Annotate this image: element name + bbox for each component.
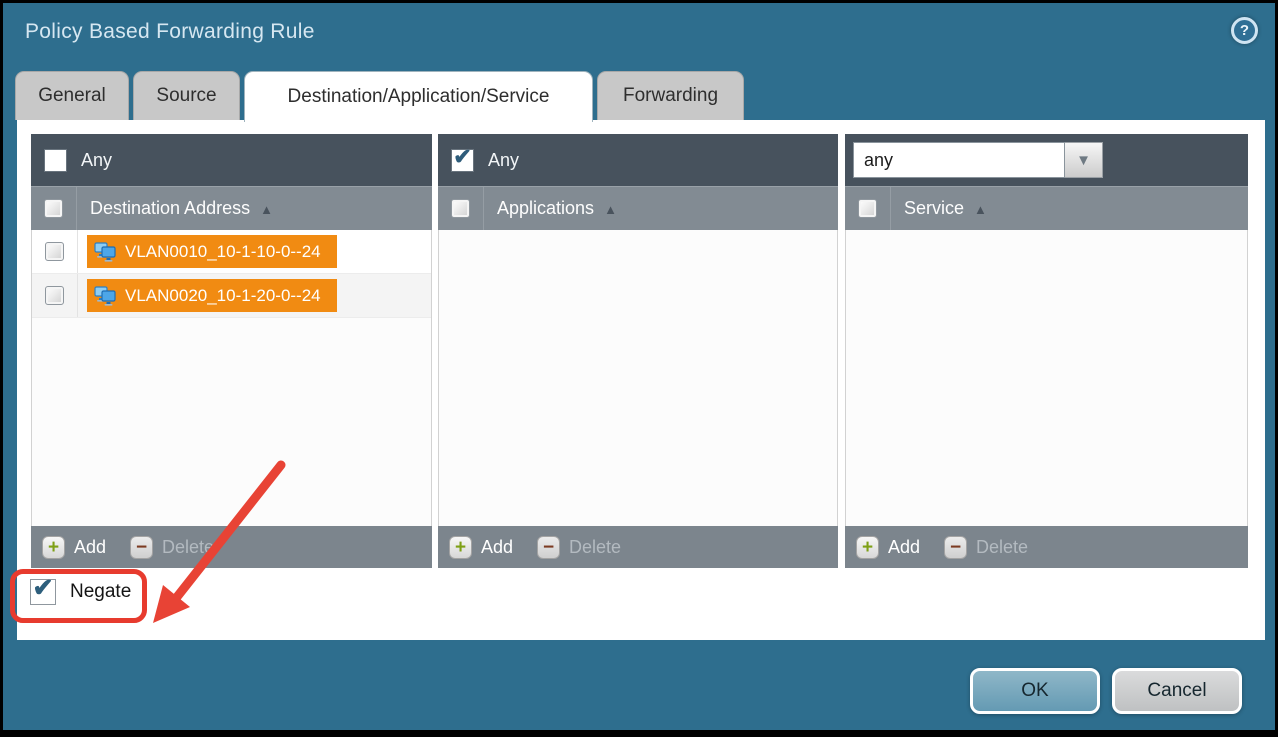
tab-source[interactable]: Source [133, 71, 240, 120]
sort-asc-icon: ▲ [974, 202, 987, 217]
delete-icon: − [130, 536, 153, 559]
service-type-value[interactable]: any [853, 142, 1065, 178]
destination-column-header-row: Destination Address ▲ [31, 186, 432, 230]
ok-button[interactable]: OK [970, 668, 1100, 714]
service-type-dropdown[interactable]: any ▼ [853, 142, 1103, 178]
tab-label: Source [156, 85, 216, 107]
delete-icon: − [944, 536, 967, 559]
add-icon: + [856, 536, 879, 559]
service-column: any ▼ Service ▲ + Add [845, 134, 1248, 568]
delete-button[interactable]: − Delete [944, 536, 1028, 559]
column-header-label: Applications [497, 198, 594, 219]
negate-row: ✔ Negate [30, 579, 131, 605]
ok-label: OK [1021, 680, 1048, 702]
address-object-label: VLAN0020_10-1-20-0--24 [125, 286, 321, 306]
service-dropdown-bar: any ▼ [845, 134, 1248, 186]
cancel-label: Cancel [1147, 680, 1206, 702]
applications-any-bar: ✔ Any [438, 134, 838, 186]
row-checkbox-cell [32, 274, 78, 317]
destination-selectall-checkbox[interactable] [44, 199, 63, 218]
delete-label: Delete [569, 537, 621, 558]
pbf-rule-dialog: Policy Based Forwarding Rule ? General S… [3, 3, 1275, 730]
delete-label: Delete [976, 537, 1028, 558]
row-checkbox[interactable] [45, 242, 64, 261]
delete-button[interactable]: − Delete [130, 536, 214, 559]
applications-list [438, 230, 838, 526]
tab-label: Destination/Application/Service [288, 86, 550, 108]
destination-column-header[interactable]: Destination Address ▲ [90, 198, 273, 219]
address-object-chip[interactable]: VLAN0020_10-1-20-0--24 [87, 279, 337, 312]
tab-destination-application-service[interactable]: Destination/Application/Service [244, 71, 593, 122]
table-row: VLAN0020_10-1-20-0--24 [32, 274, 431, 318]
service-selectall-checkbox[interactable] [858, 199, 877, 218]
negate-label: Negate [70, 581, 131, 603]
row-checkbox-cell [32, 230, 78, 273]
applications-column: ✔ Any Applications ▲ + Add [438, 134, 838, 568]
add-button[interactable]: + Add [449, 536, 513, 559]
service-toolbar: + Add − Delete [845, 526, 1248, 568]
add-button[interactable]: + Add [42, 536, 106, 559]
column-header-label: Destination Address [90, 198, 250, 219]
checkmark-icon: ✔ [33, 576, 54, 601]
tab-label: Forwarding [623, 85, 718, 107]
service-column-header[interactable]: Service ▲ [904, 198, 987, 219]
column-header-label: Service [904, 198, 964, 219]
applications-selectall-checkbox[interactable] [451, 199, 470, 218]
table-row: VLAN0010_10-1-10-0--24 [32, 230, 431, 274]
add-label: Add [481, 537, 513, 558]
applications-any-label: Any [488, 150, 519, 171]
add-icon: + [449, 536, 472, 559]
dropdown-button[interactable]: ▼ [1065, 142, 1103, 178]
dialog-title: Policy Based Forwarding Rule [25, 20, 315, 44]
sort-asc-icon: ▲ [604, 202, 617, 217]
delete-button[interactable]: − Delete [537, 536, 621, 559]
applications-any-checkbox[interactable]: ✔ [451, 149, 474, 172]
applications-selectall-cell [438, 187, 484, 230]
tab-forwarding[interactable]: Forwarding [597, 71, 744, 120]
add-label: Add [888, 537, 920, 558]
add-button[interactable]: + Add [856, 536, 920, 559]
delete-label: Delete [162, 537, 214, 558]
applications-column-header[interactable]: Applications ▲ [497, 198, 617, 219]
negate-checkbox[interactable]: ✔ [30, 579, 56, 605]
help-icon[interactable]: ? [1231, 17, 1258, 44]
destination-any-checkbox[interactable] [44, 149, 67, 172]
tab-general[interactable]: General [15, 71, 129, 120]
tab-content-panel: Any Destination Address ▲ [17, 120, 1265, 640]
cancel-button[interactable]: Cancel [1112, 668, 1242, 714]
chevron-down-icon: ▼ [1076, 152, 1091, 169]
delete-icon: − [537, 536, 560, 559]
checkmark-icon: ✔ [453, 146, 471, 168]
address-object-chip[interactable]: VLAN0010_10-1-10-0--24 [87, 235, 337, 268]
applications-toolbar: + Add − Delete [438, 526, 838, 568]
destination-selectall-cell [31, 187, 77, 230]
add-icon: + [42, 536, 65, 559]
destination-any-label: Any [81, 150, 112, 171]
destination-list: VLAN0010_10-1-10-0--24 [31, 230, 432, 526]
tab-label: General [38, 85, 106, 107]
row-checkbox[interactable] [45, 286, 64, 305]
destination-toolbar: + Add − Delete [31, 526, 432, 568]
destination-address-column: Any Destination Address ▲ [31, 134, 432, 568]
sort-asc-icon: ▲ [260, 202, 273, 217]
service-list [845, 230, 1248, 526]
address-object-icon [94, 242, 116, 262]
help-glyph: ? [1240, 22, 1249, 39]
address-object-label: VLAN0010_10-1-10-0--24 [125, 242, 321, 262]
service-column-header-row: Service ▲ [845, 186, 1248, 230]
service-selectall-cell [845, 187, 891, 230]
applications-column-header-row: Applications ▲ [438, 186, 838, 230]
address-object-icon [94, 286, 116, 306]
add-label: Add [74, 537, 106, 558]
destination-any-bar: Any [31, 134, 432, 186]
